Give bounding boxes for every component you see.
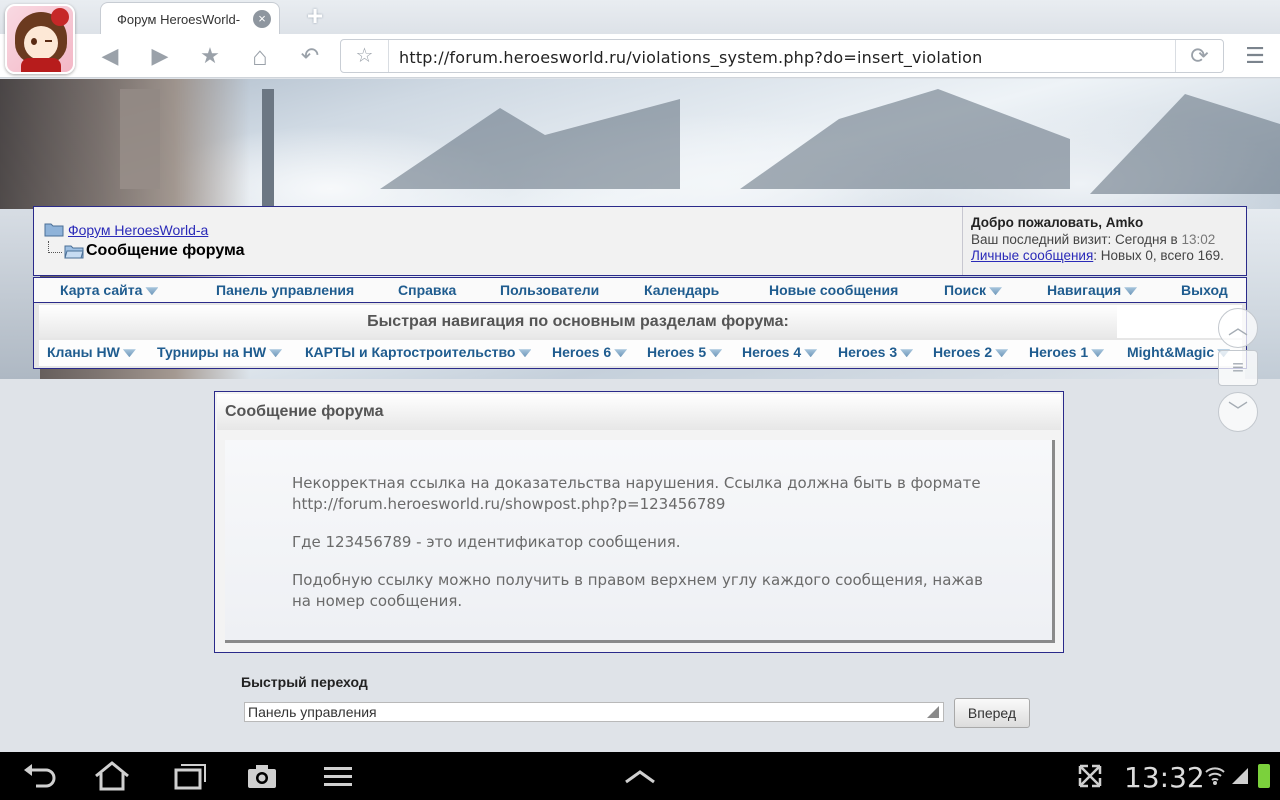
dropdown-arrow-icon[interactable] [1091, 349, 1105, 358]
message-body: Некорректная ссылка на доказательства на… [225, 440, 1055, 643]
page-viewport[interactable]: Форум HeroesWorld-а Сообщение форума Доб… [0, 79, 1280, 752]
quick-jump-selected: Панель управления [248, 704, 377, 720]
dropdown-arrow-icon[interactable] [989, 287, 1003, 296]
qn-clans[interactable]: Кланы HW [47, 344, 136, 360]
tab-bar: Форум HeroesWorld- × + [0, 0, 1280, 34]
signal-icon [1230, 764, 1250, 791]
system-clock: 13:32 [1124, 761, 1205, 794]
quick-jump-select[interactable]: Панель управления [244, 702, 944, 722]
nav-user-cp[interactable]: Панель управления [216, 282, 354, 298]
tab-close-icon[interactable]: × [253, 10, 271, 28]
wifi-icon [1204, 764, 1226, 791]
open-folder-icon [64, 245, 84, 259]
fullscreen-icon[interactable] [1070, 760, 1110, 792]
dropdown-arrow-icon[interactable] [709, 349, 723, 358]
message-title: Сообщение форума [217, 394, 1061, 430]
dropdown-arrow-icon[interactable] [269, 349, 283, 358]
breadcrumb-tree-line [48, 241, 62, 253]
dropdown-arrow-icon[interactable] [1124, 287, 1138, 296]
last-visit-time: 13:02 [1181, 232, 1216, 247]
nav-sitemap[interactable]: Карта сайта [60, 282, 159, 298]
up-chevron-icon[interactable] [620, 760, 660, 792]
message-paragraph-3: Подобную ссылку можно получить в правом … [292, 571, 983, 610]
select-caret-icon [927, 706, 939, 718]
dropdown-arrow-icon[interactable] [804, 349, 818, 358]
quick-nav-title: Быстрая навигация по основным разделам ф… [39, 305, 1117, 338]
dropdown-arrow-icon[interactable] [614, 349, 628, 358]
dropdown-arrow-icon[interactable] [900, 349, 914, 358]
qn-maps[interactable]: КАРТЫ и Картостроительство [305, 344, 532, 360]
menu-nav-icon[interactable] [318, 760, 358, 792]
scroll-up-icon[interactable]: ︿ [1218, 308, 1258, 348]
qn-heroes3[interactable]: Heroes 3 [838, 344, 914, 360]
address-bar[interactable]: ☆ http://forum.heroesworld.ru/violations… [340, 39, 1224, 73]
message-paragraph-2: Где 123456789 - это идентификатор сообще… [292, 533, 681, 551]
nav-navigation[interactable]: Навигация [1047, 282, 1138, 298]
pm-status: Личные сообщения: Новых 0, всего 169. [971, 248, 1238, 263]
tab-title: Форум HeroesWorld- [117, 12, 241, 27]
scroll-handle-icon[interactable]: ≡ [1218, 350, 1258, 386]
recent-apps-icon[interactable] [168, 760, 208, 792]
add-bookmark-icon[interactable]: ☆ [341, 40, 389, 72]
battery-icon [1258, 764, 1270, 788]
back-nav-icon[interactable] [18, 760, 58, 792]
forward-icon[interactable]: ▶ [145, 42, 175, 70]
nav-help[interactable]: Справка [398, 282, 456, 298]
dropdown-arrow-icon[interactable] [122, 349, 136, 358]
qn-heroes5[interactable]: Heroes 5 [647, 344, 723, 360]
nav-logout[interactable]: Выход [1181, 282, 1228, 298]
qn-tournaments[interactable]: Турниры на HW [157, 344, 283, 360]
last-visit: Ваш последний визит: Сегодня в 13:02 [971, 232, 1216, 247]
new-tab-icon[interactable]: + [300, 2, 330, 30]
nav-new-posts[interactable]: Новые сообщения [769, 282, 898, 298]
browser-toolbar: ◀ ▶ ★ ⌂ ↶ ☆ http://forum.heroesworld.ru/… [0, 34, 1280, 78]
menu-icon[interactable]: ☰ [1240, 42, 1270, 70]
qn-heroes1[interactable]: Heroes 1 [1029, 344, 1105, 360]
quick-nav-row: Кланы HW Турниры на HW КАРТЫ и Картостро… [39, 340, 1242, 366]
dropdown-arrow-icon[interactable] [995, 349, 1009, 358]
back-icon[interactable]: ◀ [95, 42, 125, 70]
profile-avatar[interactable] [5, 4, 75, 74]
quick-jump-label: Быстрый переход [241, 674, 368, 690]
scroll-down-icon[interactable]: ﹀ [1218, 392, 1258, 432]
home-icon[interactable]: ⌂ [245, 42, 275, 70]
bookmarks-star-icon[interactable]: ★ [195, 42, 225, 70]
home-nav-icon[interactable] [92, 760, 132, 792]
pm-counts: : Новых 0, всего 169. [1093, 248, 1224, 263]
go-button[interactable]: Вперед [954, 698, 1030, 728]
dropdown-arrow-icon[interactable] [145, 287, 159, 296]
nav-calendar[interactable]: Календарь [644, 282, 719, 298]
quick-navigation: Быстрая навигация по основным разделам ф… [33, 303, 1247, 369]
qn-heroes2[interactable]: Heroes 2 [933, 344, 1009, 360]
qn-heroes6[interactable]: Heroes 6 [552, 344, 628, 360]
welcome-text: Добро пожаловать, Amko [971, 215, 1144, 230]
page-title: Сообщение форума [86, 242, 245, 259]
qn-might-magic[interactable]: Might&Magic [1127, 344, 1231, 360]
screenshot-camera-icon[interactable] [242, 760, 282, 792]
nav-members[interactable]: Пользователи [500, 282, 599, 298]
dropdown-arrow-icon[interactable] [518, 349, 532, 358]
system-navigation-bar: 13:32 [0, 752, 1280, 800]
forum-navbar: Карта сайта Панель управления Справка По… [33, 277, 1247, 303]
breadcrumb-forum-link[interactable]: Форум HeroesWorld-а [68, 222, 208, 238]
welcome-panel: Добро пожаловать, Amko Ваш последний виз… [962, 207, 1246, 275]
message-paragraph-1: Некорректная ссылка на доказательства на… [292, 474, 981, 513]
nav-search[interactable]: Поиск [944, 282, 1003, 298]
private-messages-link[interactable]: Личные сообщения [971, 248, 1093, 263]
forum-message-panel: Сообщение форума Некорректная ссылка на … [214, 391, 1064, 653]
forum-header: Форум HeroesWorld-а Сообщение форума Доб… [33, 206, 1247, 276]
undo-icon[interactable]: ↶ [295, 42, 325, 70]
url-text[interactable]: http://forum.heroesworld.ru/violations_s… [399, 48, 982, 67]
sync-icon[interactable]: ⟳ [1175, 40, 1223, 72]
folder-icon [44, 223, 64, 237]
qn-heroes4[interactable]: Heroes 4 [742, 344, 818, 360]
browser-tab[interactable]: Форум HeroesWorld- × [100, 2, 280, 34]
